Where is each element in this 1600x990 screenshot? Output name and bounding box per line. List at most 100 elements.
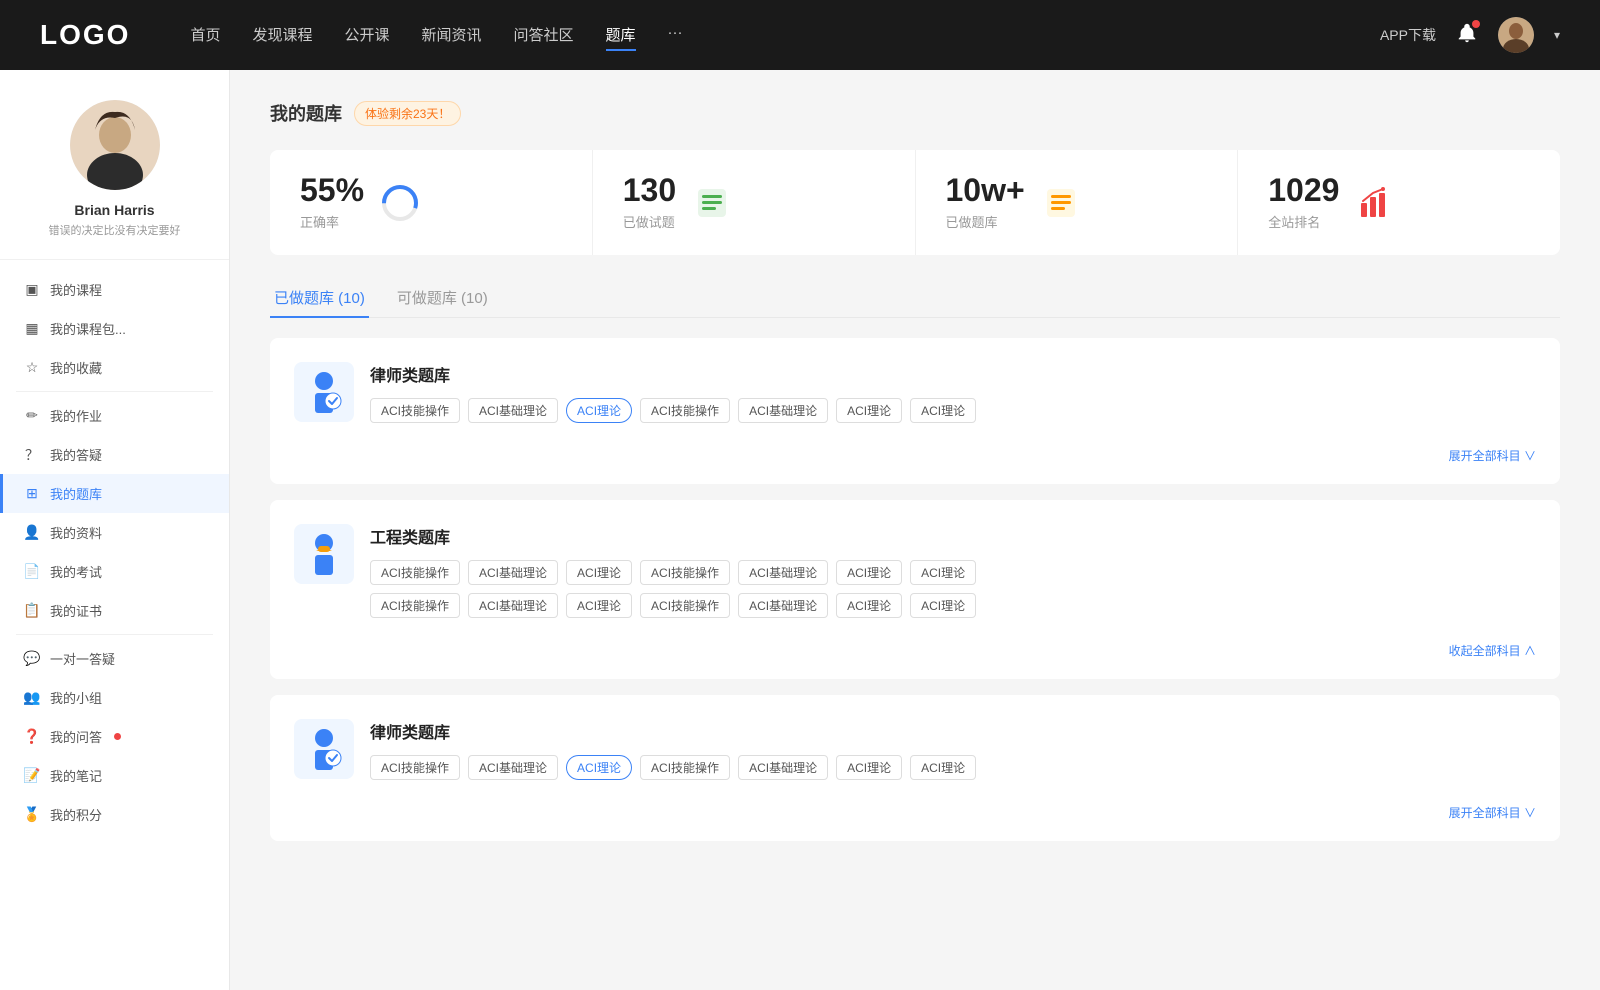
doc-icon: 📄 [24,564,40,580]
lawyer-icon-2 [294,719,354,779]
tag[interactable]: ACI基础理论 [468,560,558,585]
sidebar-item-course-package[interactable]: ▦ 我的课程包... [0,309,229,348]
tag[interactable]: ACI理论 [910,560,976,585]
tag[interactable]: ACI理论 [910,398,976,423]
collapse-link[interactable]: 收起全部科目 ∧ [294,634,1536,663]
tags-row-1: ACI技能操作 ACI基础理论 ACI理论 ACI技能操作 ACI基础理论 AC… [370,398,1536,423]
stat-rank: 1029 全站排名 [1238,150,1560,255]
tag[interactable]: ACI理论 [836,398,902,423]
sidebar-item-label: 一对一答疑 [50,649,115,668]
tag[interactable]: ACI基础理论 [468,593,558,618]
navbar: LOGO 首页 发现课程 公开课 新闻资讯 问答社区 题库 ··· APP下载 … [0,0,1600,70]
nav-links: 首页 发现课程 公开课 新闻资讯 问答社区 题库 ··· [190,20,1380,51]
tag[interactable]: ACI基础理论 [738,593,828,618]
score-icon: 🏅 [24,807,40,823]
tag[interactable]: ACI技能操作 [370,560,460,585]
sidebar-item-notes[interactable]: 📝 我的笔记 [0,756,229,795]
note-icon: 📝 [24,768,40,784]
qbank-card-engineer: 工程类题库 ACI技能操作 ACI基础理论 ACI理论 ACI技能操作 ACI基… [270,500,1560,679]
tag[interactable]: ACI理论 [836,593,902,618]
tab-done[interactable]: 已做题库 (10) [270,279,369,318]
qbank-header-2: 工程类题库 ACI技能操作 ACI基础理论 ACI理论 ACI技能操作 ACI基… [294,524,1536,618]
sidebar-item-label: 我的课程包... [50,319,126,338]
notification-bell[interactable] [1456,22,1478,49]
done-banks-icon [1041,183,1081,223]
sidebar-item-favorites[interactable]: ☆ 我的收藏 [0,348,229,387]
sidebar-item-cert[interactable]: 📋 我的证书 [0,591,229,630]
sidebar-profile: Brian Harris 错误的决定比没有决定要好 [0,100,229,260]
tag[interactable]: ACI基础理论 [468,755,558,780]
sidebar-item-homework[interactable]: ✏ 我的作业 [0,396,229,435]
sidebar-item-my-course[interactable]: ▣ 我的课程 [0,270,229,309]
grid-icon: ⊞ [24,486,40,502]
stat-rank-value: 1029 [1268,174,1339,206]
stat-done-banks-label: 已做题库 [946,212,1025,231]
tag[interactable]: ACI技能操作 [370,755,460,780]
sidebar-item-my-qa[interactable]: ❓ 我的问答 [0,717,229,756]
tag[interactable]: ACI理论 [910,593,976,618]
page-wrapper: Brian Harris 错误的决定比没有决定要好 ▣ 我的课程 ▦ 我的课程包… [0,70,1600,990]
nav-qa[interactable]: 问答社区 [514,20,574,51]
stat-done-questions: 130 已做试题 [593,150,916,255]
nav-news[interactable]: 新闻资讯 [422,20,482,51]
nav-open[interactable]: 公开课 [344,20,389,51]
stat-done-questions-info: 130 已做试题 [623,174,676,231]
sidebar-item-label: 我的问答 [50,727,102,746]
tag[interactable]: ACI理论 [836,560,902,585]
sidebar-item-points[interactable]: 🏅 我的积分 [0,795,229,834]
tag[interactable]: ACI基础理论 [468,398,558,423]
profile-motto: 错误的决定比没有决定要好 [20,224,209,239]
qbank-content-1: 律师类题库 ACI技能操作 ACI基础理论 ACI理论 ACI技能操作 ACI基… [370,362,1536,423]
user-menu-chevron[interactable]: ▾ [1554,28,1560,42]
stat-accuracy-label: 正确率 [300,212,364,231]
stat-rank-label: 全站排名 [1268,212,1339,231]
user-avatar[interactable] [1498,17,1534,53]
tag[interactable]: ACI理论 [836,755,902,780]
tag[interactable]: ACI理论 [566,593,632,618]
tag[interactable]: ACI技能操作 [640,560,730,585]
qbank-header-1: 律师类题库 ACI技能操作 ACI基础理论 ACI理论 ACI技能操作 ACI基… [294,362,1536,423]
tag-active[interactable]: ACI理论 [566,398,632,423]
sidebar-item-data[interactable]: 👤 我的资料 [0,513,229,552]
sidebar-item-group[interactable]: 👥 我的小组 [0,678,229,717]
tags-row-2b: ACI技能操作 ACI基础理论 ACI理论 ACI技能操作 ACI基础理论 AC… [370,593,1536,618]
nav-discover[interactable]: 发现课程 [252,20,312,51]
tag[interactable]: ACI基础理论 [738,755,828,780]
tag[interactable]: ACI理论 [910,755,976,780]
tags-row-3: ACI技能操作 ACI基础理论 ACI理论 ACI技能操作 ACI基础理论 AC… [370,755,1536,780]
tag[interactable]: ACI技能操作 [370,593,460,618]
app-download-link[interactable]: APP下载 [1380,25,1436,45]
lawyer-icon-1 [294,362,354,422]
tag[interactable]: ACI基础理论 [738,398,828,423]
sidebar-item-questions[interactable]: ？ 我的答疑 [0,435,229,474]
nav-more[interactable]: ··· [668,20,683,51]
nav-home[interactable]: 首页 [190,20,220,51]
rank-icon [1355,183,1395,223]
sidebar-item-1on1[interactable]: 💬 一对一答疑 [0,639,229,678]
tag[interactable]: ACI理论 [566,560,632,585]
sidebar-item-exam[interactable]: 📄 我的考试 [0,552,229,591]
file-icon: ▣ [24,282,40,298]
sidebar-item-label: 我的笔记 [50,766,102,785]
sidebar-item-label: 我的收藏 [50,358,102,377]
tag-active[interactable]: ACI理论 [566,755,632,780]
page-header: 我的题库 体验剩余23天！ [270,100,1560,126]
sidebar-menu: ▣ 我的课程 ▦ 我的课程包... ☆ 我的收藏 ✏ 我的作业 ？ 我的答疑 ⊞ [0,260,229,844]
sidebar-item-label: 我的答疑 [50,445,102,464]
star-icon: ☆ [24,360,40,376]
tab-available[interactable]: 可做题库 (10) [393,279,492,318]
sidebar-item-label: 我的考试 [50,562,102,581]
tag[interactable]: ACI技能操作 [370,398,460,423]
tag[interactable]: ACI技能操作 [640,398,730,423]
sidebar-item-qbank[interactable]: ⊞ 我的题库 [0,474,229,513]
expand-link-3[interactable]: 展开全部科目 ∨ [294,796,1536,825]
expand-link-1[interactable]: 展开全部科目 ∨ [294,439,1536,468]
nav-right: APP下载 ▾ [1380,17,1560,53]
nav-qbank[interactable]: 题库 [606,20,636,51]
question-icon: ？ [24,447,40,463]
cert-icon: 📋 [24,603,40,619]
tag[interactable]: ACI技能操作 [640,593,730,618]
tag[interactable]: ACI技能操作 [640,755,730,780]
qbank-content-3: 律师类题库 ACI技能操作 ACI基础理论 ACI理论 ACI技能操作 ACI基… [370,719,1536,780]
tag[interactable]: ACI基础理论 [738,560,828,585]
